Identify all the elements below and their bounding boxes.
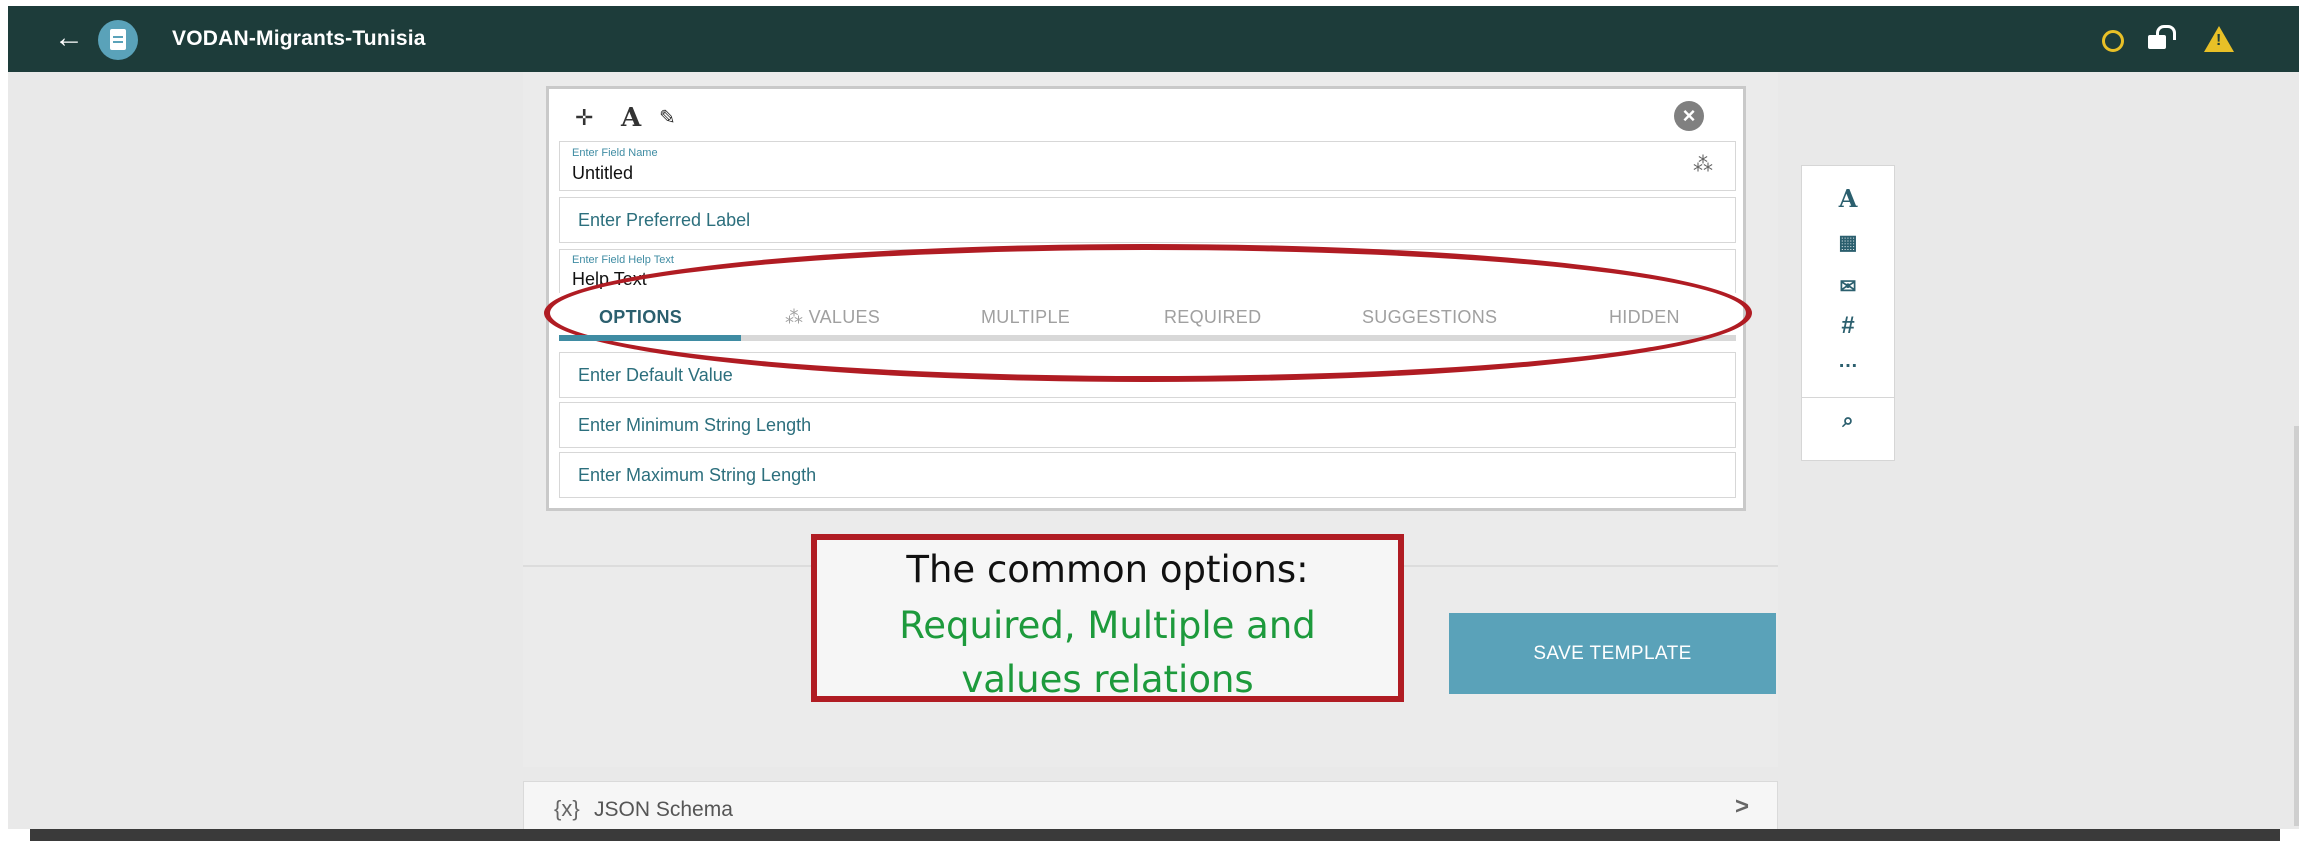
email-icon[interactable]: ✉	[1802, 274, 1894, 299]
highlight-ellipse	[544, 244, 1752, 382]
annotation-line-3: values relations	[961, 658, 1254, 701]
min-length-input[interactable]: Enter Minimum String Length	[559, 402, 1736, 448]
default-value-placeholder: Enter Default Value	[578, 365, 733, 385]
arrow-left-icon[interactable]: ←	[54, 23, 84, 53]
scrollbar[interactable]	[2294, 426, 2299, 826]
move-icon[interactable]: ✛	[575, 105, 593, 131]
number-icon[interactable]: #	[1802, 312, 1894, 340]
json-schema-label: JSON Schema	[594, 798, 733, 821]
more-icon[interactable]: …	[1802, 350, 1894, 373]
template-title: VODAN-Migrants-Tunisia	[172, 27, 426, 50]
json-schema-panel[interactable]: {x} JSON Schema >	[523, 781, 1778, 835]
field-type-palette: A ▦ ✉ # … ⌕	[1801, 165, 1895, 461]
palette-divider	[1802, 397, 1894, 398]
active-tab-indicator	[559, 335, 741, 341]
annotation-box: The common options: Required, Multiple a…	[811, 534, 1404, 702]
field-name-label: Enter Field Name	[572, 147, 658, 159]
field-name-input[interactable]: Enter Field Name Untitled ⁂	[559, 141, 1736, 191]
edit-icon[interactable]: ✎	[659, 105, 676, 130]
close-icon[interactable]: ×	[1674, 101, 1704, 131]
help-text-label: Enter Field Help Text	[572, 254, 674, 266]
preferred-label-input[interactable]: Enter Preferred Label	[559, 197, 1736, 243]
text-icon[interactable]: A	[1802, 184, 1894, 213]
ontology-tree-icon[interactable]: ⁂	[1693, 152, 1713, 177]
warning-icon[interactable]: !	[2204, 26, 2234, 52]
json-icon: {x}	[554, 796, 580, 821]
top-bar: ← VODAN-Migrants-Tunisia !	[8, 6, 2299, 72]
search-icon[interactable]: ⌕	[1802, 410, 1894, 433]
max-length-placeholder: Enter Maximum String Length	[578, 465, 817, 485]
calendar-icon[interactable]: ▦	[1802, 230, 1894, 255]
max-length-input[interactable]: Enter Maximum String Length	[559, 452, 1736, 498]
save-template-button[interactable]: SAVE TEMPLATE	[1449, 613, 1776, 694]
circle-status-icon[interactable]	[2102, 30, 2124, 52]
text-type-icon: A	[621, 103, 642, 133]
annotation-line-1: The common options:	[906, 548, 1309, 591]
app-window: ← VODAN-Migrants-Tunisia ! ✛ A ✎ × Enter…	[8, 6, 2299, 835]
chevron-right-icon[interactable]: >	[1735, 793, 1749, 821]
annotation-line-2: Required, Multiple and	[899, 604, 1316, 647]
bottom-bar	[30, 829, 2280, 841]
min-length-placeholder: Enter Minimum String Length	[578, 415, 812, 435]
field-name-value: Untitled	[572, 163, 634, 183]
document-icon	[98, 20, 138, 60]
preferred-label-placeholder: Enter Preferred Label	[578, 210, 751, 230]
